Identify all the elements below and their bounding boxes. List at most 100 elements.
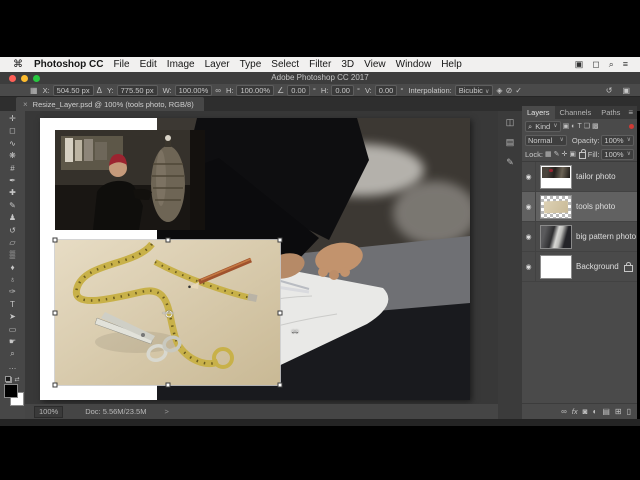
history-icon[interactable]: ↺ (606, 86, 613, 95)
filter-toggle-icon[interactable] (629, 124, 634, 129)
filter-pixel-layers-icon[interactable]: ▣ (563, 122, 570, 130)
transform-handle-top-center[interactable] (165, 238, 170, 243)
workspace-icon[interactable]: ▣ (622, 86, 630, 95)
marquee-tool[interactable]: ◻ (0, 125, 25, 137)
filter-shape-layers-icon[interactable]: ❏ (584, 122, 590, 130)
new-group-icon[interactable]: ▤ (602, 407, 610, 416)
lock-all-icon[interactable] (579, 152, 586, 159)
transform-handle-bottom-right[interactable] (278, 383, 283, 388)
swap-colors-icon[interactable]: ⇄ (14, 376, 19, 383)
tailor-photo-image[interactable] (55, 130, 205, 230)
type-tool[interactable]: T (0, 299, 25, 311)
document-tab[interactable]: × Resize_Layer.psd @ 100% (tools photo, … (16, 97, 204, 111)
lock-position-icon[interactable]: ✛ (561, 150, 567, 158)
reference-point-icon[interactable]: ▦ (30, 86, 38, 95)
lock-transparency-icon[interactable]: ▦ (545, 150, 552, 158)
menu-3d[interactable]: 3D (341, 59, 354, 70)
lock-pixels-icon[interactable]: ✎ (554, 150, 560, 158)
healing-brush-tool[interactable]: ✚ (0, 187, 25, 199)
menu-layer[interactable]: Layer (205, 59, 230, 70)
zoom-tool[interactable]: ⌕ (0, 348, 25, 360)
document-size-info[interactable]: Doc: 5.56M/23.5M (85, 407, 146, 416)
lasso-tool[interactable]: ∿ (0, 138, 25, 150)
menu-filter[interactable]: Filter (309, 59, 331, 70)
filter-adjustment-layers-icon[interactable]: ◐ (571, 123, 575, 130)
close-tab-icon[interactable]: × (23, 100, 28, 109)
tab-channels[interactable]: Channels (555, 106, 597, 119)
display-icon[interactable]: ◻ (592, 59, 599, 70)
layer-style-icon[interactable]: fx (572, 407, 578, 416)
rotation-field[interactable]: 0.00 (287, 85, 310, 96)
transform-reference-point[interactable] (162, 307, 173, 318)
delta-icon[interactable]: Δ (97, 86, 102, 95)
menu-window[interactable]: Window (396, 59, 432, 70)
canvas-area[interactable]: ↔ (25, 111, 498, 404)
close-window-button[interactable] (9, 75, 16, 82)
layer-thumbnail[interactable] (540, 165, 572, 189)
panel-menu-icon[interactable]: ≡ (628, 108, 637, 117)
quick-selection-tool[interactable]: ❋ (0, 150, 25, 162)
crop-tool[interactable]: # (0, 163, 25, 175)
link-dimensions-icon[interactable]: ∞ (215, 86, 221, 95)
transform-handle-bottom-left[interactable] (53, 383, 58, 388)
new-layer-icon[interactable]: ⊞ (615, 407, 622, 416)
clone-stamp-tool[interactable]: ♟ (0, 212, 25, 224)
tab-paths[interactable]: Paths (596, 106, 625, 119)
blend-mode-dropdown[interactable]: Normal ∨ (525, 135, 567, 146)
blur-tool[interactable]: ♦ (0, 262, 25, 274)
brush-tool[interactable]: ✎ (0, 200, 25, 212)
menu-help[interactable]: Help (441, 59, 462, 70)
rectangle-tool[interactable]: ▭ (0, 324, 25, 336)
path-selection-tool[interactable]: ➤ (0, 311, 25, 323)
filter-kind-dropdown[interactable]: ⌕ Kind ∨ (525, 121, 561, 132)
transform-handle-bottom-center[interactable] (165, 383, 170, 388)
visibility-eye-icon[interactable]: ◉ (522, 222, 536, 251)
menu-select[interactable]: Select (271, 59, 299, 70)
filter-type-layers-icon[interactable]: T (577, 123, 581, 130)
hskew-field[interactable]: 0.00 (331, 85, 354, 96)
history-brush-tool[interactable]: ↺ (0, 225, 25, 237)
hand-tool[interactable]: ☛ (0, 336, 25, 348)
adjustment-layer-icon[interactable]: ◐ (592, 407, 597, 416)
link-layers-icon[interactable]: ∞ (561, 407, 567, 416)
opacity-dropdown[interactable]: 100% ∨ (601, 135, 634, 146)
layer-row-big-pattern-photo[interactable]: ◉ big pattern photo (522, 222, 637, 252)
collapsed-panel-libraries-icon[interactable]: ✎ (506, 157, 514, 168)
delete-layer-icon[interactable]: ▯ (627, 407, 631, 416)
edit-toolbar-button[interactable]: … (0, 361, 25, 373)
filter-smart-objects-icon[interactable]: ▩ (592, 122, 599, 130)
menu-edit[interactable]: Edit (140, 59, 157, 70)
screen-mirror-icon[interactable]: ▣ (575, 59, 584, 70)
gradient-tool[interactable]: ▒ (0, 249, 25, 261)
layer-row-background[interactable]: ◉ Background (522, 252, 637, 282)
transform-handle-top-left[interactable] (53, 238, 58, 243)
fill-dropdown[interactable]: 100% ∨ (601, 149, 634, 160)
status-options-chevron[interactable]: > (164, 407, 168, 416)
default-colors-icon[interactable] (5, 376, 12, 383)
spotlight-icon[interactable]: ⌕ (609, 59, 614, 70)
transform-bounding-box[interactable] (54, 239, 281, 386)
commit-transform-icon[interactable]: ✓ (515, 86, 522, 95)
eyedropper-tool[interactable]: ✒ (0, 175, 25, 187)
foreground-color-swatch[interactable] (4, 384, 18, 398)
height-field[interactable]: 100.00% (236, 85, 274, 96)
layer-row-tailor-photo[interactable]: ◉ tailor photo (522, 162, 637, 192)
zoom-level-field[interactable]: 100% (34, 406, 63, 418)
transform-handle-middle-right[interactable] (278, 310, 283, 315)
minimize-window-button[interactable] (21, 75, 28, 82)
cancel-transform-icon[interactable]: ⊘ (506, 86, 513, 95)
visibility-eye-icon[interactable]: ◉ (522, 252, 536, 281)
app-menu[interactable]: Photoshop CC (34, 59, 103, 70)
layer-row-tools-photo[interactable]: ◉ tools photo (522, 192, 637, 222)
layer-thumbnail[interactable] (540, 255, 572, 279)
pen-tool[interactable]: ✑ (0, 286, 25, 298)
visibility-eye-icon[interactable]: ◉ (522, 192, 536, 221)
document-canvas[interactable]: ↔ (40, 118, 470, 400)
zoom-window-button[interactable] (33, 75, 40, 82)
collapsed-panel-color-icon[interactable]: ◫ (506, 117, 515, 128)
move-tool[interactable]: ✛ (0, 113, 25, 125)
width-field[interactable]: 100.00% (175, 85, 213, 96)
menu-type[interactable]: Type (240, 59, 262, 70)
layer-thumbnail[interactable] (540, 195, 572, 219)
menu-file[interactable]: File (113, 59, 129, 70)
